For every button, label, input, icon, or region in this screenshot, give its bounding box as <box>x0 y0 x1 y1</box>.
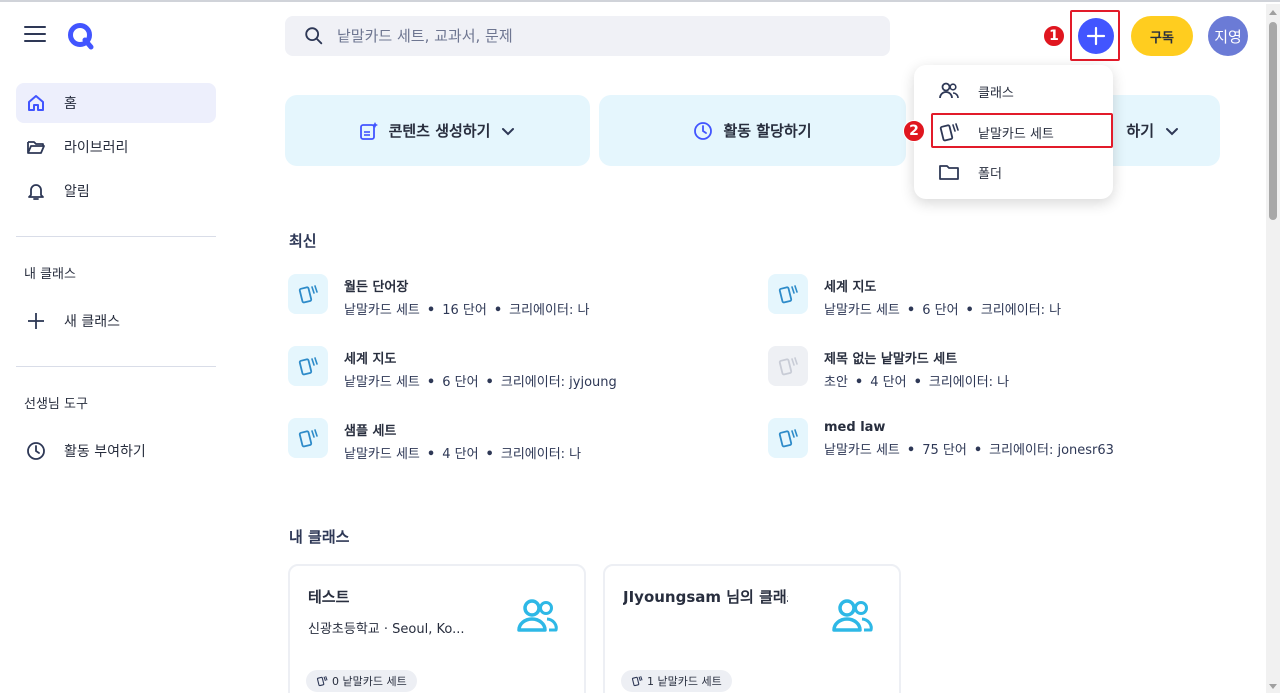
scroll-up-arrow-icon[interactable] <box>1269 10 1277 15</box>
sidebar-item-label: 활동 부여하기 <box>64 444 146 460</box>
recent-item-meta: 낱말카드 세트 • 6 단어 • 크리에이터: jyjoung <box>344 375 617 390</box>
class-card-sets-badge: 1 낱말카드 세트 <box>621 670 732 692</box>
search-input[interactable] <box>337 27 857 45</box>
flashcards-icon <box>939 123 959 142</box>
sidebar-item-notifications[interactable]: 알림 <box>16 171 216 211</box>
avatar[interactable]: 지영 <box>1208 16 1248 56</box>
sidebar-item-new-class[interactable]: 새 클래스 <box>16 301 216 341</box>
recent-item-title: med law <box>824 420 886 435</box>
class-card[interactable]: 테스트 신광초등학교 · Seoul, Ko... 0 낱말카드 세트 <box>288 564 586 693</box>
create-button[interactable] <box>1078 18 1114 54</box>
draft-icon-wrap <box>768 346 808 386</box>
dropdown-item-label: 낱말카드 세트 <box>978 126 1054 142</box>
sidebar-item-label: 라이브러리 <box>64 140 129 156</box>
flashcards-icon <box>778 429 798 448</box>
assign-activity-label: 활동 할당하기 <box>723 122 812 140</box>
sidebar-item-label: 알림 <box>64 184 90 200</box>
dropdown-item-folder[interactable]: 폴더 <box>914 152 1113 192</box>
scrollbar[interactable] <box>1266 4 1280 693</box>
sidebar-item-label: 홈 <box>64 96 77 112</box>
users-icon <box>832 599 873 632</box>
clock-icon <box>694 121 713 140</box>
chevron-down-icon <box>1166 127 1178 135</box>
search-icon <box>305 27 323 45</box>
sidebar-item-library[interactable]: 라이브러리 <box>16 127 216 167</box>
create-content-button[interactable]: 콘텐츠 생성하기 <box>285 95 590 166</box>
annotation-badge-2: 2 <box>903 120 925 142</box>
third-action-label: 하기 <box>1126 122 1154 140</box>
recent-item[interactable]: med law 낱말카드 세트 • 75 단어 • 크리에이터: jonesr63 <box>768 418 1188 462</box>
home-icon <box>28 95 44 111</box>
recent-item-meta: 초안 • 4 단어 • 크리에이터: 나 <box>824 375 1010 390</box>
recent-item-meta: 낱말카드 세트 • 4 단어 • 크리에이터: 나 <box>344 447 582 462</box>
sidebar-divider <box>16 236 216 237</box>
sidebar-item-label: 새 클래스 <box>64 314 120 330</box>
recent-item[interactable]: 월든 단어장 낱말카드 세트 • 16 단어 • 크리에이터: 나 <box>288 274 708 318</box>
flashcards-icon <box>316 676 328 687</box>
class-card-subtitle: 신광초등학교 · Seoul, Ko... <box>308 622 465 637</box>
dropdown-item-label: 클래스 <box>978 85 1014 101</box>
bell-icon <box>28 184 44 200</box>
plus-icon <box>28 313 44 329</box>
flashcards-icon <box>778 285 798 304</box>
flashcards-icon <box>298 429 318 448</box>
recent-item-meta: 낱말카드 세트 • 6 단어 • 크리에이터: 나 <box>824 303 1062 318</box>
my-classes-section-title: 내 클래스 <box>289 528 350 546</box>
sidebar-divider <box>16 366 216 367</box>
scroll-down-arrow-icon[interactable] <box>1269 684 1277 689</box>
flashcard-set-icon-wrap <box>768 418 808 458</box>
assign-activity-button[interactable]: 활동 할당하기 <box>599 95 906 166</box>
recent-item[interactable]: 세계 지도 낱말카드 세트 • 6 단어 • 크리에이터: 나 <box>768 274 1188 318</box>
recent-item-title: 월든 단어장 <box>344 280 409 295</box>
recent-item-title: 제목 없는 낱말카드 세트 <box>824 352 958 367</box>
flashcard-set-icon-wrap <box>288 418 328 458</box>
class-card[interactable]: JIyoungsam 님의 클래스 1 낱말카드 세트 <box>603 564 901 693</box>
menu-icon[interactable] <box>24 26 46 44</box>
flashcards-icon <box>778 357 798 376</box>
subscribe-button[interactable]: 구독 <box>1131 16 1193 56</box>
teacher-tools-heading: 선생님 도구 <box>24 397 88 412</box>
sidebar-item-home[interactable]: 홈 <box>16 83 216 123</box>
class-card-title: JIyoungsam 님의 클래스 <box>623 588 788 606</box>
recent-item-title: 세계 지도 <box>824 280 877 295</box>
users-icon <box>939 82 959 99</box>
recent-item-title: 세계 지도 <box>344 352 397 367</box>
flashcard-set-icon-wrap <box>768 274 808 314</box>
recent-section-title: 최신 <box>289 232 317 250</box>
dropdown-item-label: 폴더 <box>978 166 1002 182</box>
flashcard-set-icon-wrap <box>288 274 328 314</box>
recent-item[interactable]: 샘플 세트 낱말카드 세트 • 4 단어 • 크리에이터: 나 <box>288 418 708 462</box>
recent-item-title: 샘플 세트 <box>344 424 397 439</box>
dropdown-item-flashcard-set[interactable]: 낱말카드 세트 <box>914 112 1113 152</box>
my-classes-heading: 내 클래스 <box>24 267 76 282</box>
folder-icon <box>939 165 959 180</box>
dropdown-item-class[interactable]: 클래스 <box>914 71 1113 111</box>
sidebar-item-assign-activity[interactable]: 활동 부여하기 <box>16 431 216 471</box>
recent-item-meta: 낱말카드 세트 • 75 단어 • 크리에이터: jonesr63 <box>824 443 1114 458</box>
class-card-sets-badge: 0 낱말카드 세트 <box>306 670 417 692</box>
recent-item-meta: 낱말카드 세트 • 16 단어 • 크리에이터: 나 <box>344 303 590 318</box>
create-dropdown-menu: 클래스 낱말카드 세트 폴더 <box>914 65 1113 199</box>
users-icon <box>517 599 558 632</box>
scrollbar-thumb[interactable] <box>1269 22 1277 220</box>
recent-item[interactable]: 세계 지도 낱말카드 세트 • 6 단어 • 크리에이터: jyjoung <box>288 346 708 390</box>
app-frame: 1 구독 지영 홈 라이브러리 알림 내 클래스 <box>0 0 1280 693</box>
flashcards-icon <box>631 676 643 687</box>
create-content-label: 콘텐츠 생성하기 <box>388 122 491 140</box>
quizlet-logo-icon[interactable] <box>67 22 95 50</box>
flashcards-icon <box>298 357 318 376</box>
search-bar[interactable] <box>285 16 890 56</box>
class-card-title: 테스트 <box>308 588 350 606</box>
folder-open-icon <box>27 141 45 154</box>
chevron-down-icon <box>502 127 515 135</box>
annotation-badge-1: 1 <box>1043 25 1065 47</box>
plus-icon <box>1086 26 1106 46</box>
create-button-highlight <box>1070 10 1120 61</box>
flashcards-icon <box>298 285 318 304</box>
flashcard-set-icon-wrap <box>288 346 328 386</box>
create-sparkle-icon <box>359 121 378 140</box>
recent-item[interactable]: 제목 없는 낱말카드 세트 초안 • 4 단어 • 크리에이터: 나 <box>768 346 1188 390</box>
clock-icon <box>27 442 45 460</box>
